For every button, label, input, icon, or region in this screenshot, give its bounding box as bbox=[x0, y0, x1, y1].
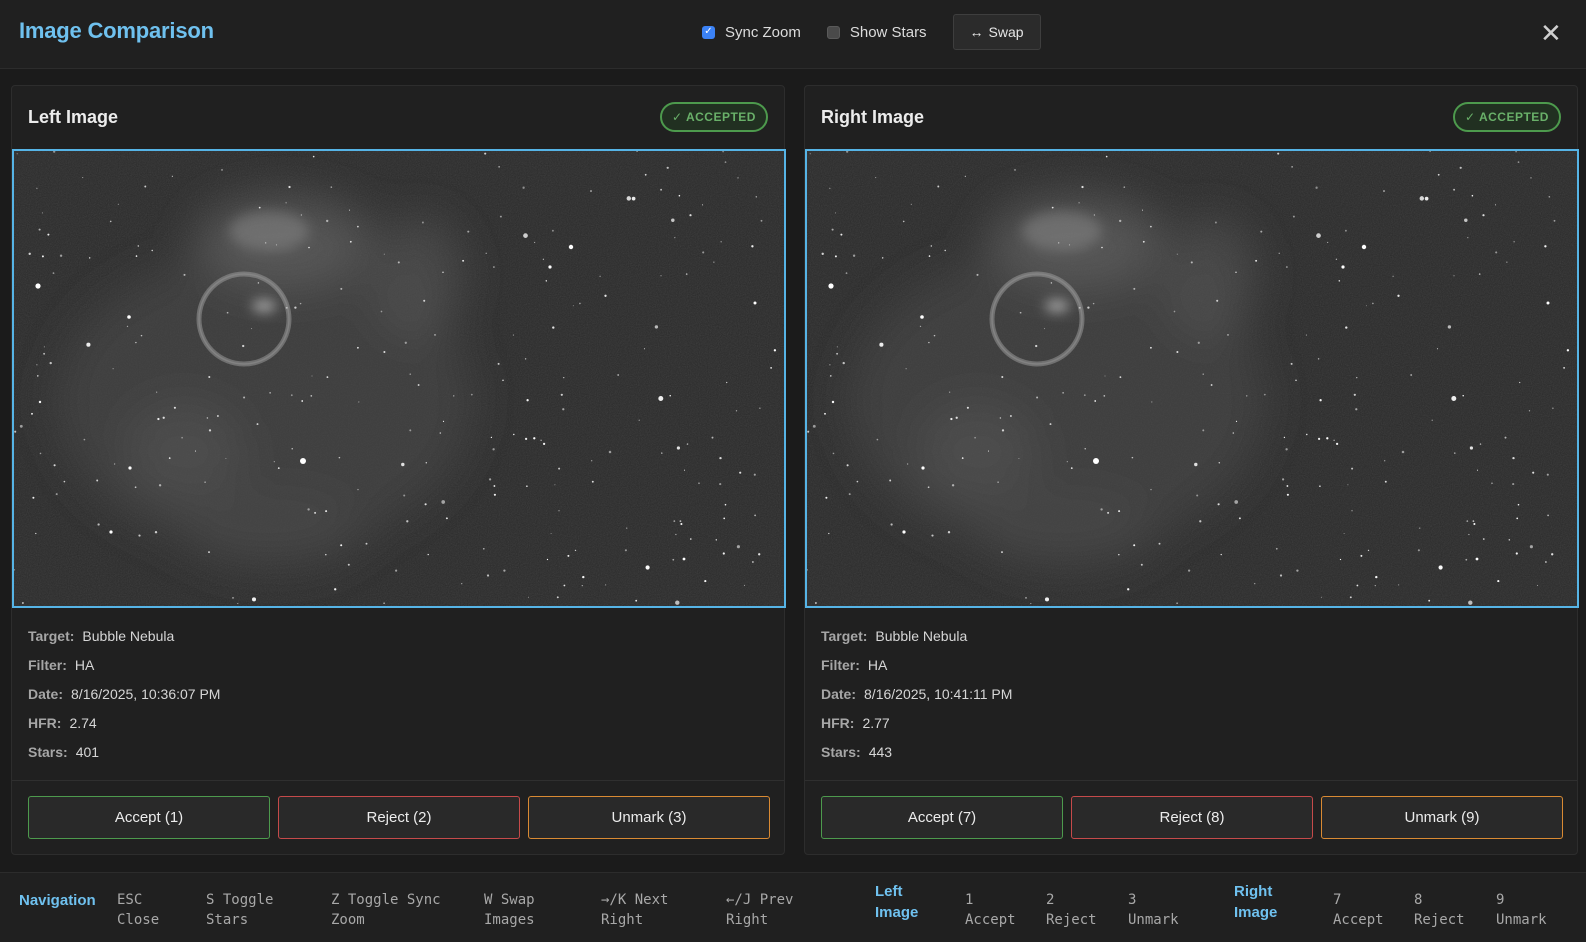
left-image-panel: Left Image ✓ ACCEPTED Target: Bubble Nebu… bbox=[11, 85, 786, 855]
right-panel-title: Right Image bbox=[821, 107, 925, 127]
shortcut-right-reject: 8 Reject bbox=[1414, 892, 1465, 928]
swap-arrows-icon: ↔ bbox=[969, 24, 984, 40]
left-nebula-image bbox=[14, 151, 784, 606]
shortcut-right-unmark: 9 Unmark bbox=[1496, 892, 1547, 928]
left-action-buttons: Accept (1) Reject (2) Unmark (3) bbox=[28, 796, 770, 839]
left-divider bbox=[12, 780, 784, 781]
right-reject-button[interactable]: Reject (8) bbox=[1071, 796, 1313, 839]
left-meta-hfr: HFR: 2.74 bbox=[28, 714, 97, 731]
shortcut-left-unmark: 3 Unmark bbox=[1128, 892, 1179, 928]
header-bar: Image Comparison ✓ Sync Zoom Show Stars … bbox=[0, 0, 1586, 69]
sync-zoom-label: Sync Zoom bbox=[725, 23, 801, 41]
right-metadata: Target: Bubble Nebula Filter: HA Date: 8/16… bbox=[821, 621, 1012, 766]
shortcut-footer: Navigation ESC Close S Toggle Stars Z Togg… bbox=[0, 872, 1586, 942]
left-status-badge: ✓ ACCEPTED bbox=[660, 102, 768, 132]
show-stars-toggle[interactable]: Show Stars bbox=[826, 23, 927, 41]
shortcut-prev: ←/J Prev Right bbox=[726, 892, 794, 928]
right-action-buttons: Accept (7) Reject (8) Unmark (9) bbox=[821, 796, 1563, 839]
left-unmark-button[interactable]: Unmark (3) bbox=[528, 796, 770, 839]
footer-right-image-heading: Right Image bbox=[1234, 883, 1278, 921]
swap-label: Swap bbox=[988, 24, 1024, 40]
right-status-badge: ✓ ACCEPTED bbox=[1453, 102, 1561, 132]
right-nebula-image bbox=[807, 151, 1577, 606]
header-controls: ✓ Sync Zoom Show Stars ↔ Swap bbox=[702, 14, 1041, 50]
right-image-viewer[interactable] bbox=[805, 149, 1579, 608]
left-accept-button[interactable]: Accept (1) bbox=[28, 796, 270, 839]
right-unmark-button[interactable]: Unmark (9) bbox=[1321, 796, 1563, 839]
left-meta-stars: Stars: 401 bbox=[28, 743, 100, 760]
right-meta-target: Target: Bubble Nebula bbox=[821, 627, 968, 644]
left-metadata: Target: Bubble Nebula Filter: HA Date: 8/16… bbox=[28, 621, 220, 766]
footer-navigation-heading: Navigation bbox=[19, 892, 96, 909]
swap-button[interactable]: ↔ Swap bbox=[952, 14, 1041, 50]
show-stars-label: Show Stars bbox=[849, 23, 927, 41]
left-meta-target: Target: Bubble Nebula bbox=[28, 627, 175, 644]
footer-left-image-heading: Left Image bbox=[875, 883, 919, 921]
right-meta-filter: Filter: HA bbox=[821, 656, 888, 673]
right-divider bbox=[805, 780, 1577, 781]
shortcut-left-accept: 1 Accept bbox=[965, 892, 1016, 928]
left-meta-date: Date: 8/16/2025, 10:36:07 PM bbox=[28, 685, 221, 702]
left-image-viewer[interactable] bbox=[12, 149, 786, 608]
right-meta-date: Date: 8/16/2025, 10:41:11 PM bbox=[821, 685, 1013, 702]
close-icon[interactable]: ✕ bbox=[1540, 20, 1562, 46]
shortcut-s: S Toggle Stars bbox=[206, 892, 274, 928]
shortcut-left-reject: 2 Reject bbox=[1046, 892, 1097, 928]
shortcut-esc: ESC Close bbox=[117, 892, 160, 928]
show-stars-checkbox[interactable] bbox=[826, 25, 840, 39]
right-meta-hfr: HFR: 2.77 bbox=[821, 714, 890, 731]
shortcut-right-accept: 7 Accept bbox=[1333, 892, 1384, 928]
page-title: Image Comparison bbox=[19, 18, 214, 43]
sync-zoom-checkbox[interactable]: ✓ bbox=[702, 25, 715, 39]
left-meta-filter: Filter: HA bbox=[28, 656, 95, 673]
sync-zoom-toggle[interactable]: ✓ Sync Zoom bbox=[702, 24, 801, 41]
shortcut-next: →/K Next Right bbox=[601, 892, 669, 928]
shortcut-z: Z Toggle Sync Zoom bbox=[331, 892, 441, 928]
left-panel-title: Left Image bbox=[28, 107, 119, 127]
shortcut-w: W Swap Images bbox=[484, 892, 535, 928]
right-accept-button[interactable]: Accept (7) bbox=[821, 796, 1063, 839]
right-meta-stars: Stars: 443 bbox=[821, 743, 893, 760]
right-image-panel: Right Image ✓ ACCEPTED Target: Bubble Neb… bbox=[804, 85, 1579, 855]
left-reject-button[interactable]: Reject (2) bbox=[278, 796, 520, 839]
